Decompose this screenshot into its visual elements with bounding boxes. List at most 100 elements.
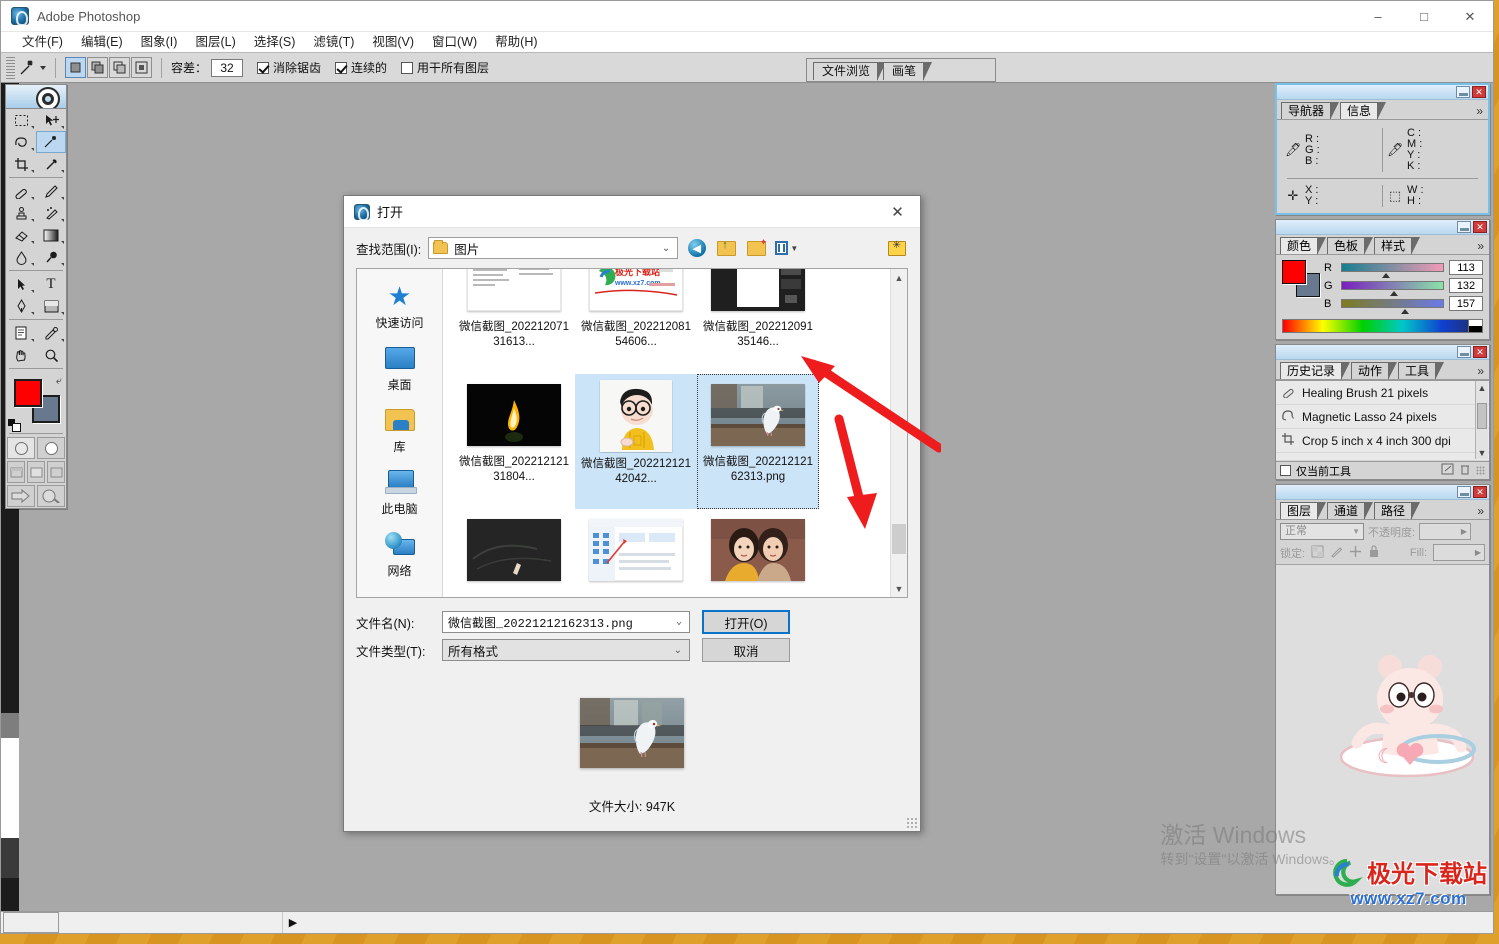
menu-view[interactable]: 视图(V) bbox=[363, 32, 423, 53]
minimize-button[interactable]: – bbox=[1355, 1, 1401, 32]
magic-wand-tool[interactable] bbox=[36, 131, 66, 153]
jump-to-browser-button[interactable] bbox=[37, 485, 65, 507]
close-icon[interactable]: ✕ bbox=[875, 196, 920, 228]
tab-actions[interactable]: 动作 bbox=[1351, 362, 1398, 380]
file-item[interactable]: 微信截图_20221207131613... bbox=[453, 269, 575, 374]
panel-title-bar[interactable]: ✕ bbox=[1276, 345, 1489, 360]
menu-select[interactable]: 选择(S) bbox=[245, 32, 305, 53]
new-selection-button[interactable] bbox=[65, 57, 86, 78]
back-button[interactable]: ◀ bbox=[685, 237, 708, 259]
photoshop-thumbnail-button[interactable] bbox=[885, 237, 908, 259]
swap-colors-icon[interactable]: ⤶ bbox=[56, 375, 62, 388]
full-screen-menubar-button[interactable] bbox=[27, 461, 45, 483]
tab-navigator[interactable]: 导航器 bbox=[1281, 102, 1340, 120]
green-slider-track[interactable] bbox=[1341, 281, 1444, 296]
tab-channels[interactable]: 通道 bbox=[1327, 502, 1374, 520]
zoom-tool[interactable] bbox=[36, 344, 66, 366]
lock-all-icon[interactable] bbox=[1368, 544, 1380, 561]
tab-color[interactable]: 颜色 bbox=[1280, 237, 1327, 255]
chevron-down-icon[interactable]: ⌄ bbox=[662, 243, 670, 254]
panel-title-bar[interactable]: ✕ bbox=[1277, 85, 1488, 100]
minimize-panel-button[interactable] bbox=[1457, 486, 1471, 498]
tolerance-input[interactable]: 32 bbox=[211, 58, 244, 77]
chevron-down-icon[interactable]: ⌄ bbox=[676, 616, 682, 628]
scroll-up-icon[interactable]: ▲ bbox=[1476, 381, 1488, 394]
panel-menu-icon[interactable]: » bbox=[1477, 504, 1484, 518]
play-icon[interactable]: ▶ bbox=[283, 916, 303, 929]
file-item[interactable]: 极光下载站 www.xz7.com 微信截图_20221208154606... bbox=[575, 269, 697, 374]
color-spectrum-ramp[interactable] bbox=[1282, 319, 1483, 333]
chevron-down-icon[interactable]: ⌄ bbox=[674, 645, 682, 656]
anti-alias-checkbox[interactable]: 消除锯齿 bbox=[257, 59, 321, 76]
full-screen-button[interactable] bbox=[47, 461, 65, 483]
close-panel-button[interactable]: ✕ bbox=[1472, 86, 1486, 98]
tool-preset-caret-icon[interactable] bbox=[40, 65, 46, 70]
hand-tool[interactable] bbox=[6, 344, 36, 366]
menu-layer[interactable]: 图层(L) bbox=[186, 32, 244, 53]
place-library[interactable]: 库 bbox=[357, 399, 442, 461]
close-panel-button[interactable]: ✕ bbox=[1473, 346, 1487, 358]
clone-stamp-tool[interactable] bbox=[6, 202, 36, 224]
menu-help[interactable]: 帮助(H) bbox=[486, 32, 546, 53]
zoom-level-field[interactable] bbox=[3, 912, 59, 933]
file-list[interactable]: 微信截图_20221207131613... 极光下载站 www.xz7.com bbox=[443, 269, 907, 597]
cancel-button[interactable]: 取消 bbox=[702, 638, 790, 662]
opacity-input[interactable]: ▶ bbox=[1419, 523, 1472, 540]
file-item[interactable]: 微信截图_20221209135146... bbox=[697, 269, 819, 374]
dodge-tool[interactable] bbox=[36, 246, 66, 268]
default-colors-icon[interactable] bbox=[8, 419, 21, 432]
close-button[interactable]: ✕ bbox=[1447, 1, 1493, 32]
up-one-level-button[interactable] bbox=[715, 237, 738, 259]
slice-tool[interactable] bbox=[36, 153, 66, 175]
place-quick-access[interactable]: ★ 快速访问 bbox=[357, 275, 442, 337]
notes-tool[interactable] bbox=[6, 322, 36, 344]
open-button[interactable]: 打开(O) bbox=[702, 610, 790, 634]
eyedropper-tool[interactable] bbox=[36, 322, 66, 344]
scroll-down-icon[interactable]: ▼ bbox=[1476, 446, 1488, 459]
tab-tool-presets[interactable]: 工具 bbox=[1398, 362, 1445, 380]
look-in-combobox[interactable]: 图片 ⌄ bbox=[428, 237, 679, 259]
current-tool-only-checkbox[interactable] bbox=[1280, 465, 1291, 476]
file-item[interactable] bbox=[697, 509, 819, 597]
file-list-scrollbar[interactable]: ▲ ▼ bbox=[890, 269, 907, 597]
tab-info[interactable]: 信息 bbox=[1340, 102, 1387, 120]
foreground-color-swatch[interactable] bbox=[14, 379, 42, 407]
lock-image-icon[interactable] bbox=[1330, 545, 1343, 561]
path-selection-tool[interactable] bbox=[6, 273, 36, 295]
scrollbar-thumb[interactable] bbox=[1477, 403, 1487, 429]
minimize-panel-button[interactable] bbox=[1457, 221, 1471, 233]
subtract-from-selection-button[interactable] bbox=[109, 57, 130, 78]
menu-filter[interactable]: 滤镜(T) bbox=[304, 32, 363, 53]
contiguous-checkbox[interactable]: 连续的 bbox=[335, 59, 387, 76]
quick-mask-mode-button[interactable] bbox=[37, 437, 65, 459]
menu-window[interactable]: 窗口(W) bbox=[423, 32, 486, 53]
fill-input[interactable]: ▶ bbox=[1433, 544, 1485, 561]
red-slider-track[interactable] bbox=[1341, 263, 1444, 278]
place-network[interactable]: 网络 bbox=[357, 523, 442, 585]
shape-tool[interactable] bbox=[36, 295, 66, 317]
new-preset-icon[interactable] bbox=[1441, 463, 1454, 478]
blue-slider-track[interactable] bbox=[1341, 299, 1444, 314]
list-item[interactable]: Crop 5 inch x 4 inch 300 dpi bbox=[1276, 429, 1489, 453]
history-brush-tool[interactable] bbox=[36, 202, 66, 224]
dialog-resize-grip[interactable] bbox=[906, 817, 918, 829]
maximize-button[interactable]: □ bbox=[1401, 1, 1447, 32]
minimize-panel-button[interactable] bbox=[1456, 86, 1470, 98]
brush-tool[interactable] bbox=[36, 180, 66, 202]
minimize-panel-button[interactable] bbox=[1457, 346, 1471, 358]
panel-menu-icon[interactable]: » bbox=[1477, 239, 1484, 253]
place-desktop[interactable]: 桌面 bbox=[357, 337, 442, 399]
tab-history[interactable]: 历史记录 bbox=[1280, 362, 1351, 380]
tab-file-browser[interactable]: 文件浏览 bbox=[813, 62, 887, 81]
healing-brush-tool[interactable] bbox=[6, 180, 36, 202]
standard-mask-mode-button[interactable] bbox=[7, 437, 35, 459]
type-tool[interactable]: T bbox=[36, 273, 66, 295]
jump-to-imageready-button[interactable] bbox=[7, 485, 35, 507]
close-panel-button[interactable]: ✕ bbox=[1473, 486, 1487, 498]
gradient-tool[interactable] bbox=[36, 224, 66, 246]
tab-brushes[interactable]: 画笔 bbox=[883, 62, 933, 81]
blur-tool[interactable] bbox=[6, 246, 36, 268]
green-value[interactable]: 132 bbox=[1449, 278, 1483, 293]
menu-image[interactable]: 图象(I) bbox=[132, 32, 187, 53]
tab-layers[interactable]: 图层 bbox=[1280, 502, 1327, 520]
